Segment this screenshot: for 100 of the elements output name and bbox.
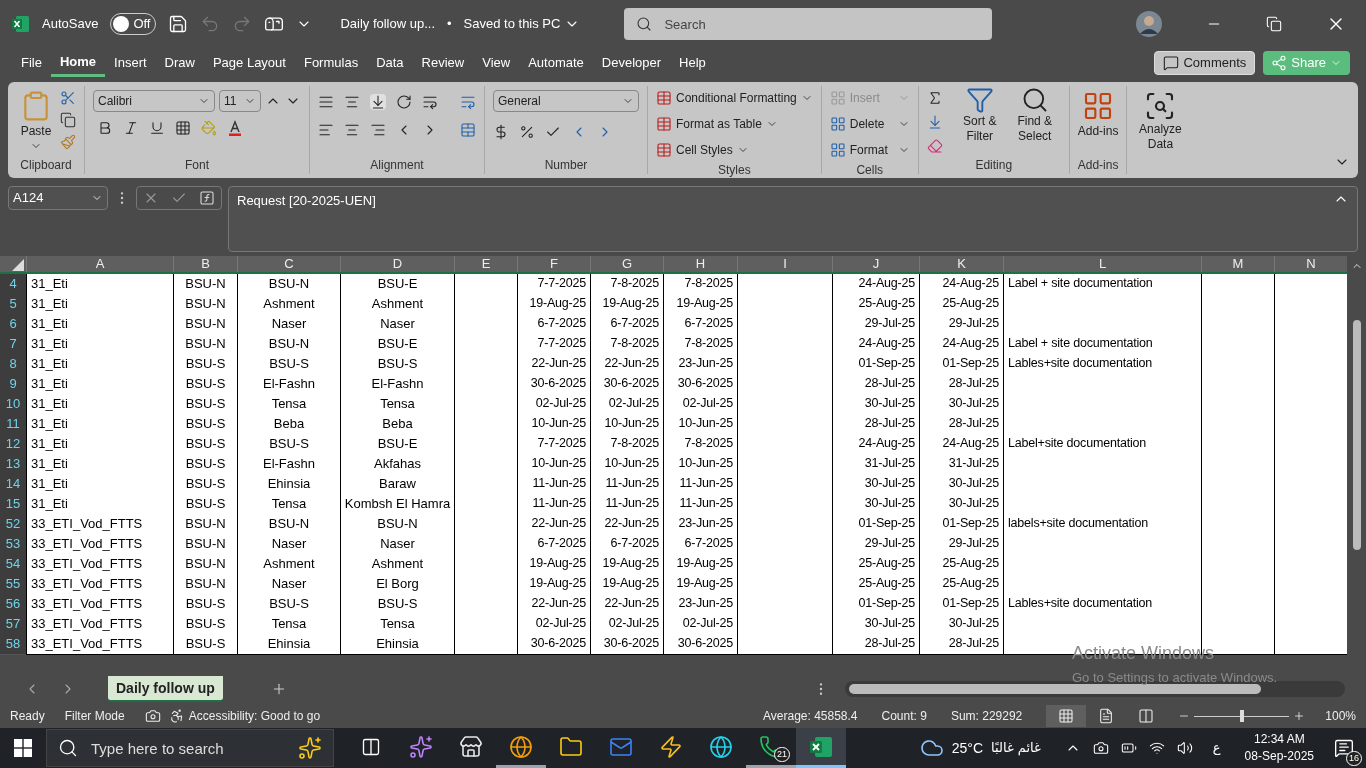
font-color-icon[interactable]: [227, 120, 243, 136]
function-icon[interactable]: [199, 190, 215, 206]
font-dropdown[interactable]: Calibri: [93, 90, 215, 112]
row-header[interactable]: 56: [0, 594, 26, 615]
clock-time[interactable]: 12:34 AM: [1253, 731, 1305, 748]
row-header[interactable]: 55: [0, 574, 26, 595]
align-right-icon[interactable]: [370, 122, 386, 138]
document-title[interactable]: Daily follow up...: [340, 14, 436, 34]
scroll-thumb[interactable]: [848, 684, 1261, 694]
column-header[interactable]: D: [340, 256, 454, 272]
orientation-icon[interactable]: [396, 94, 412, 110]
macro-icon[interactable]: [144, 708, 161, 724]
camera-icon[interactable]: [1092, 740, 1109, 756]
align-center-icon[interactable]: [344, 122, 360, 138]
column-header[interactable]: B: [173, 256, 237, 272]
font-size-dropdown[interactable]: 11: [219, 90, 261, 112]
ribbon-tab[interactable]: View: [473, 49, 520, 77]
ribbon-tab[interactable]: Automate: [519, 49, 593, 77]
battery-icon[interactable]: [1120, 740, 1137, 756]
ribbon-tab[interactable]: Data: [367, 49, 413, 77]
volume-icon[interactable]: [1176, 740, 1193, 756]
row-header[interactable]: 10: [0, 394, 26, 415]
name-box[interactable]: A124: [8, 186, 108, 210]
row-header[interactable]: 6: [0, 314, 26, 335]
windows-logo-icon[interactable]: [14, 739, 32, 757]
clock-date[interactable]: 08-Sep-2025: [1244, 748, 1314, 765]
ribbon-tab[interactable]: Help: [670, 49, 715, 77]
row-header[interactable]: 13: [0, 454, 26, 475]
comments-button[interactable]: Comments: [1154, 51, 1256, 75]
row-header[interactable]: 57: [0, 614, 26, 635]
row-header[interactable]: 7: [0, 334, 26, 355]
accessibility-button[interactable]: Accessibility: Good to go: [168, 707, 321, 725]
row-header[interactable]: 11: [0, 414, 26, 435]
scroll-thumb[interactable]: [1352, 320, 1361, 550]
zoom-slider[interactable]: [1194, 710, 1290, 722]
row-header[interactable]: 9: [0, 374, 26, 395]
select-all-icon[interactable]: [12, 259, 24, 271]
row-header[interactable]: 15: [0, 494, 26, 515]
row-header[interactable]: 52: [0, 514, 26, 535]
eraser-icon[interactable]: [926, 138, 943, 154]
column-header[interactable]: M: [1201, 256, 1274, 272]
ribbon-tab[interactable]: Insert: [105, 49, 156, 77]
styles-menu-button[interactable]: Conditional Formatting: [656, 88, 813, 108]
wrap-text-icon[interactable]: [460, 94, 476, 110]
cells-menu-button[interactable]: Format: [829, 140, 910, 160]
save-status[interactable]: Saved to this PC: [463, 14, 561, 34]
borders-icon[interactable]: [175, 120, 191, 136]
add-ins-button[interactable]: Add-ins: [1077, 86, 1119, 140]
row-header[interactable]: 14: [0, 474, 26, 495]
row-header[interactable]: 4: [0, 274, 26, 295]
column-header[interactable]: K: [919, 256, 1003, 272]
avatar[interactable]: [1136, 11, 1162, 37]
ribbon-tab[interactable]: Developer: [592, 49, 671, 77]
percent-icon[interactable]: [519, 124, 535, 140]
top-align-icon[interactable]: [318, 94, 334, 110]
column-header[interactable]: A: [26, 256, 173, 272]
styles-menu-button[interactable]: Format as Table: [656, 114, 813, 134]
sort-filter-button[interactable]: Sort & Filter: [954, 86, 1005, 144]
restore-icon[interactable]: [1266, 16, 1282, 32]
find-select-button[interactable]: Find & Select: [1008, 86, 1061, 144]
column-header[interactable]: J: [832, 256, 919, 272]
paste-button[interactable]: Paste: [16, 86, 56, 152]
formula-text[interactable]: Request [20-2025-UEN]: [237, 191, 376, 211]
row-header[interactable]: 58: [0, 634, 26, 655]
row-header[interactable]: 8: [0, 354, 26, 375]
row-header[interactable]: 53: [0, 534, 26, 555]
view-button[interactable]: [1046, 705, 1087, 727]
wifi-icon[interactable]: [1148, 740, 1165, 756]
column-header[interactable]: E: [454, 256, 517, 272]
ribbon-tab[interactable]: Review: [412, 49, 474, 77]
cells-menu-button[interactable]: Delete: [829, 114, 910, 134]
bold-icon[interactable]: [97, 120, 113, 136]
merge-icon[interactable]: [460, 122, 476, 138]
ribbon-tab[interactable]: Home: [50, 49, 106, 77]
ribbon-tab[interactable]: Formulas: [294, 49, 368, 77]
taskbar-search-field[interactable]: Type here to search: [46, 729, 334, 767]
ribbon-tab[interactable]: Page Layout: [203, 49, 295, 77]
column-header[interactable]: G: [590, 256, 663, 272]
column-header[interactable]: L: [1003, 256, 1201, 272]
column-header[interactable]: I: [737, 256, 832, 272]
align-left-icon[interactable]: [318, 122, 334, 138]
column-header[interactable]: C: [237, 256, 340, 272]
underline-icon[interactable]: [149, 120, 165, 136]
currency-icon[interactable]: [493, 124, 509, 140]
bottom-align-icon[interactable]: [370, 94, 386, 110]
middle-align-icon[interactable]: [344, 94, 360, 110]
save-icon[interactable]: [168, 14, 189, 34]
ribbon-tab[interactable]: Draw: [155, 49, 204, 77]
italic-icon[interactable]: [123, 120, 139, 136]
zoom-in-icon[interactable]: [1293, 710, 1306, 722]
row-header[interactable]: 5: [0, 294, 26, 315]
zoom-level[interactable]: 100%: [1325, 707, 1356, 725]
sheet-tab[interactable]: Daily follow up: [108, 676, 223, 702]
cut-icon[interactable]: [60, 90, 76, 106]
language-indicator[interactable]: ع: [1212, 738, 1221, 758]
styles-menu-button[interactable]: Cell Styles: [656, 140, 813, 160]
row-header[interactable]: 54: [0, 554, 26, 575]
ribbon-tab[interactable]: File: [12, 49, 51, 77]
fill-color-icon[interactable]: [201, 120, 217, 136]
column-header[interactable]: H: [663, 256, 737, 272]
